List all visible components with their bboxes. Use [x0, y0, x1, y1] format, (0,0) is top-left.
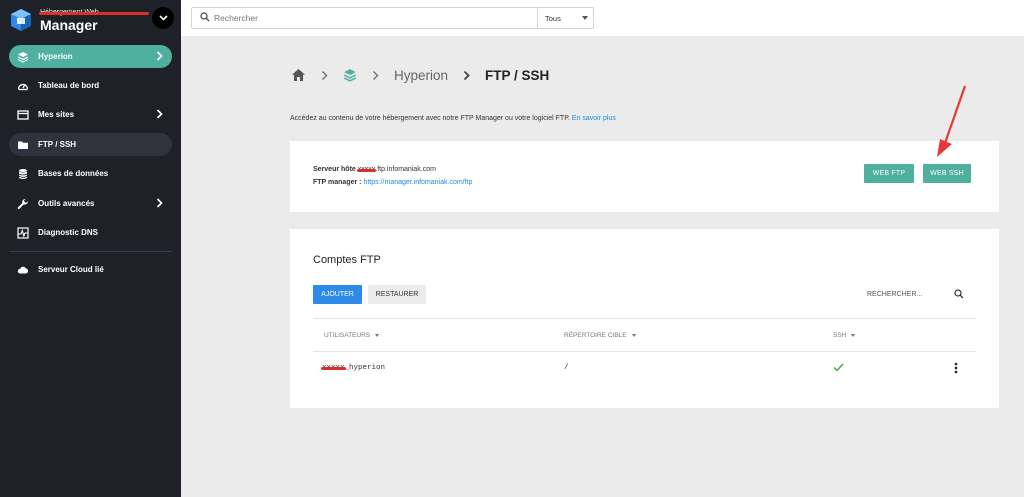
- redaction-mark: [39, 12, 149, 15]
- section-title: Comptes FTP: [313, 254, 381, 266]
- brand-title: Manager: [40, 17, 98, 33]
- page-title: FTP / SSH: [485, 67, 550, 83]
- wrench-icon: [16, 197, 29, 210]
- sort-caret-icon: [851, 334, 856, 337]
- cloud-icon: [16, 263, 29, 276]
- sidebar-item-mes-sites[interactable]: Mes sites: [9, 103, 172, 126]
- column-header-ssh[interactable]: SSH: [833, 332, 856, 339]
- sidebar-item-label: Diagnostic DNS: [38, 228, 99, 237]
- web-ftp-button[interactable]: WEB FTP: [864, 164, 914, 183]
- chevron-right-icon: [372, 70, 379, 81]
- intro-text: Accédez au contenu de votre hébergement …: [290, 115, 616, 122]
- server-host: Serveur hôte xxxxx.ftp.infomaniak.com: [313, 166, 436, 173]
- sidebar-item-advanced-tools[interactable]: Outils avancés: [9, 192, 172, 215]
- column-label: UTILISATEURS: [324, 332, 371, 339]
- redacted-text: xxxxx: [321, 364, 346, 372]
- sidebar-item-dns-diagnostic[interactable]: Diagnostic DNS: [9, 221, 172, 244]
- search-input[interactable]: [214, 11, 514, 25]
- sidebar-item-databases[interactable]: Bases de données: [9, 162, 172, 185]
- chevron-down-icon: [158, 15, 168, 21]
- add-account-button[interactable]: AJOUTER: [313, 285, 362, 304]
- table-header: UTILISATEURS RÉPERTOIRE CIBLE SSH: [313, 318, 976, 352]
- stack-icon: [16, 50, 29, 63]
- stack-icon[interactable]: [343, 68, 357, 82]
- column-label: SSH: [833, 332, 847, 339]
- top-bar: Tous: [181, 0, 1024, 36]
- sort-caret-icon: [375, 334, 380, 337]
- caret-down-icon: [582, 16, 588, 20]
- redacted-text: xxxxx: [356, 166, 376, 173]
- username-value: _hyperion: [344, 364, 386, 372]
- sidebar-divider: [9, 251, 172, 252]
- search-scope-value: Tous: [545, 14, 561, 23]
- sidebar-item-dashboard[interactable]: Tableau de bord: [9, 74, 172, 97]
- brand: Hébergement Web Manager: [10, 6, 175, 36]
- database-icon: [16, 167, 29, 180]
- table-search-input[interactable]: RECHERCHER...: [867, 291, 922, 298]
- column-header-users[interactable]: UTILISATEURS: [324, 332, 380, 339]
- product-switch-button[interactable]: [152, 7, 174, 29]
- ftp-manager: FTP manager : https://manager.infomaniak…: [313, 179, 472, 186]
- target-directory-cell: /: [564, 364, 569, 372]
- sidebar-item-label: Serveur Cloud lié: [38, 265, 104, 274]
- sidebar-item-hyperion[interactable]: Hyperion: [9, 45, 172, 68]
- sidebar: Hébergement Web Manager Hyperion Tableau…: [0, 0, 181, 497]
- sidebar-item-label: Tableau de bord: [38, 81, 100, 90]
- browser-icon: [16, 108, 29, 121]
- username-cell: xxxxx_hyperion: [321, 364, 386, 372]
- ftp-accounts-card: Comptes FTP AJOUTER RESTAURER RECHERCHER…: [290, 229, 999, 408]
- table-row[interactable]: xxxxx_hyperion /: [313, 353, 976, 383]
- checkmark-icon: [833, 363, 844, 372]
- restore-button[interactable]: RESTAURER: [368, 285, 426, 304]
- folder-icon: [16, 138, 29, 151]
- server-card: Serveur hôte xxxxx.ftp.infomaniak.com FT…: [290, 141, 999, 212]
- dashboard-icon: [16, 79, 29, 92]
- search-scope-select[interactable]: Tous: [537, 8, 594, 28]
- sidebar-item-label: Hyperion: [38, 52, 73, 61]
- column-label: RÉPERTOIRE CIBLE: [564, 332, 627, 339]
- chevron-right-icon: [156, 109, 163, 119]
- sidebar-item-label: FTP / SSH: [38, 140, 77, 149]
- sidebar-item-label: Mes sites: [38, 110, 75, 119]
- intro-description: Accédez au contenu de votre hébergement …: [290, 115, 570, 122]
- learn-more-link[interactable]: En savoir plus: [572, 115, 616, 122]
- ftp-manager-label: FTP manager :: [313, 179, 362, 186]
- web-ssh-button[interactable]: WEB SSH: [923, 164, 971, 183]
- breadcrumb: Hyperion FTP / SSH: [291, 64, 549, 86]
- home-icon[interactable]: [291, 68, 306, 82]
- server-host-label: Serveur hôte: [313, 166, 356, 173]
- sidebar-item-ftp-ssh[interactable]: FTP / SSH: [9, 133, 172, 156]
- chevron-right-icon: [156, 198, 163, 208]
- more-vertical-icon[interactable]: [954, 362, 958, 374]
- chevron-right-icon: [463, 70, 470, 81]
- chevron-right-icon: [321, 70, 328, 81]
- global-search: Tous: [191, 7, 594, 29]
- search-icon[interactable]: [954, 289, 964, 299]
- server-host-value: .ftp.infomaniak.com: [375, 166, 436, 173]
- logo-cube-icon: [11, 9, 31, 31]
- pulse-icon: [16, 226, 29, 239]
- sidebar-item-label: Bases de données: [38, 169, 109, 178]
- sidebar-item-label: Outils avancés: [38, 199, 95, 208]
- breadcrumb-link-hyperion[interactable]: Hyperion: [394, 68, 448, 83]
- search-icon: [200, 12, 210, 22]
- sidebar-item-cloud-server[interactable]: Serveur Cloud lié: [9, 258, 172, 281]
- ftp-manager-link[interactable]: https://manager.infomaniak.com/ftp: [363, 179, 472, 186]
- sort-caret-icon: [631, 334, 636, 337]
- chevron-right-icon: [156, 51, 163, 61]
- column-header-target-directory[interactable]: RÉPERTOIRE CIBLE: [564, 332, 636, 339]
